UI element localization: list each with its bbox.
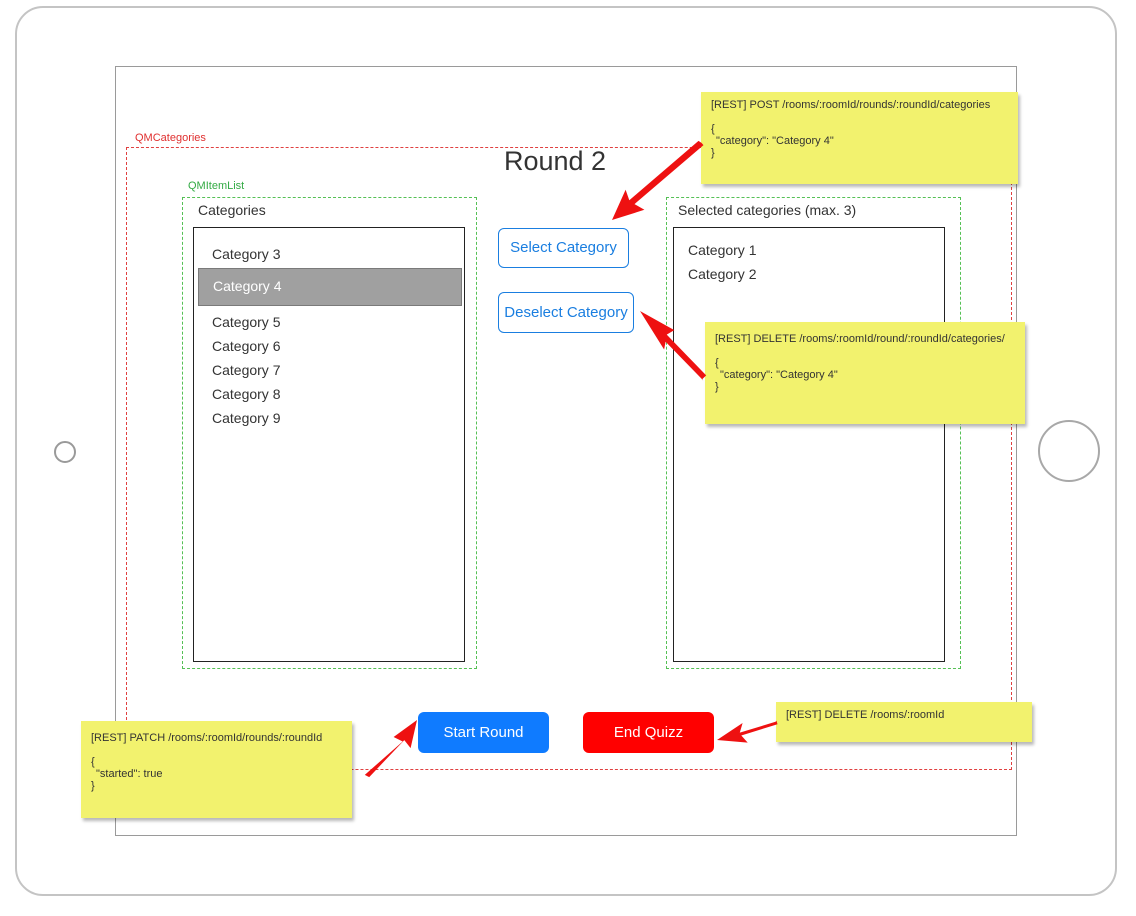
- list-item[interactable]: Category 1: [674, 238, 944, 262]
- rest-post-note: [REST] POST /rooms/:roomId/rounds/:round…: [701, 92, 1018, 184]
- qm-itemlist-label: QMItemList: [188, 180, 245, 192]
- list-item-selected[interactable]: Category 4: [198, 268, 462, 306]
- list-item[interactable]: Category 8: [198, 382, 462, 406]
- list-item[interactable]: Category 7: [198, 358, 462, 382]
- note-open-brace: {: [91, 756, 95, 768]
- list-item[interactable]: Category 3: [198, 242, 462, 266]
- selected-categories-list[interactable]: Category 1 Category 2: [673, 227, 945, 662]
- rest-delete-category-note: [REST] DELETE /rooms/:roomId/round/:roun…: [705, 322, 1025, 424]
- camera-icon: [54, 441, 76, 463]
- note-close-brace: }: [715, 381, 719, 393]
- qm-categories-label: QMCategories: [135, 132, 206, 144]
- note-request: [REST] PATCH /rooms/:roomId/rounds/:roun…: [91, 732, 323, 744]
- selected-categories-heading: Selected categories (max. 3): [678, 202, 857, 218]
- home-button-icon: [1038, 420, 1100, 482]
- list-item[interactable]: Category 6: [198, 334, 462, 358]
- note-request: [REST] DELETE /rooms/:roomId/round/:roun…: [715, 333, 1005, 345]
- start-round-button[interactable]: Start Round: [418, 712, 549, 753]
- note-request: [REST] POST /rooms/:roomId/rounds/:round…: [711, 99, 991, 111]
- end-quizz-button[interactable]: End Quizz: [583, 712, 714, 753]
- note-request: [REST] DELETE /rooms/:roomId: [786, 709, 945, 721]
- note-open-brace: {: [715, 357, 719, 369]
- list-item[interactable]: Category 2: [674, 262, 944, 286]
- note-body: "category": "Category 4": [720, 369, 838, 381]
- categories-heading: Categories: [198, 202, 266, 218]
- page-title: Round 2: [503, 146, 607, 176]
- rest-delete-room-note: [REST] DELETE /rooms/:roomId: [776, 702, 1032, 742]
- note-close-brace: }: [711, 147, 715, 159]
- note-open-brace: {: [711, 123, 715, 135]
- available-categories-list[interactable]: Category 3 Category 4 Category 5 Categor…: [193, 227, 465, 662]
- deselect-category-button[interactable]: Deselect Category: [498, 292, 634, 333]
- note-body: "started": true: [96, 768, 163, 780]
- list-item[interactable]: Category 5: [198, 310, 462, 334]
- list-item[interactable]: Category 9: [198, 406, 462, 430]
- rest-patch-note: [REST] PATCH /rooms/:roomId/rounds/:roun…: [81, 721, 352, 818]
- note-body: "category": "Category 4": [716, 135, 834, 147]
- select-category-button[interactable]: Select Category: [498, 228, 629, 268]
- note-close-brace: }: [91, 780, 95, 792]
